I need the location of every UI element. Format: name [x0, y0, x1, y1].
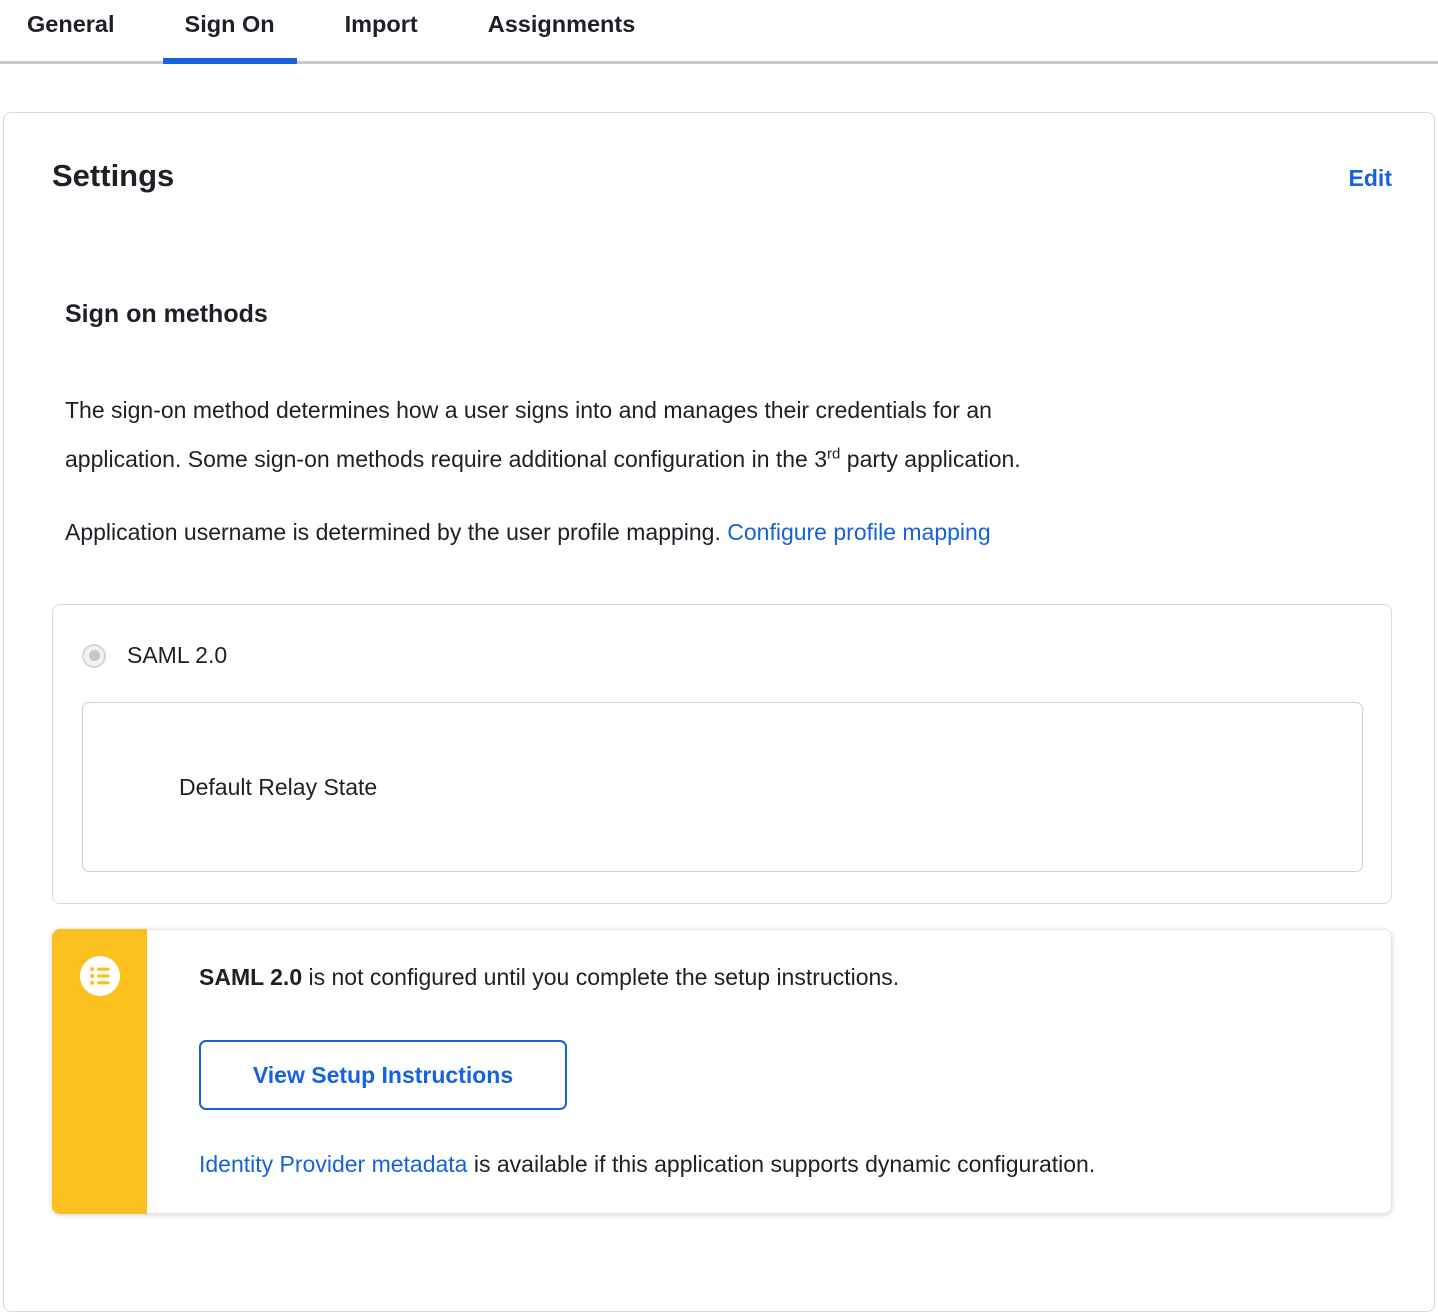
identity-provider-metadata-link[interactable]: Identity Provider metadata	[199, 1151, 467, 1177]
ordinal-superscript: rd	[827, 445, 841, 463]
saml-radio-row[interactable]: SAML 2.0	[82, 642, 1363, 669]
callout-body: SAML 2.0 is not configured until you com…	[147, 929, 1392, 1214]
tab-general[interactable]: General	[5, 0, 137, 61]
configure-profile-mapping-link[interactable]: Configure profile mapping	[727, 519, 990, 545]
saml-method-box: SAML 2.0 Default Relay State	[52, 604, 1392, 904]
edit-link[interactable]: Edit	[1349, 165, 1392, 192]
tab-assignments[interactable]: Assignments	[466, 0, 658, 61]
tab-bar: General Sign On Import Assignments	[0, 0, 1438, 64]
default-relay-state-field: Default Relay State	[82, 702, 1363, 872]
username-mapping-description: Application username is determined by th…	[65, 508, 1392, 557]
metadata-line: Identity Provider metadata is available …	[199, 1150, 1351, 1178]
saml-radio-label: SAML 2.0	[127, 642, 228, 668]
callout-message: SAML 2.0 is not configured until you com…	[199, 963, 1351, 991]
tab-assignments-label: Assignments	[487, 11, 636, 37]
saml-radio-dot	[88, 650, 100, 661]
callout-message-bold: SAML 2.0	[199, 964, 303, 990]
saml-not-configured-callout: SAML 2.0 is not configured until you com…	[52, 929, 1392, 1214]
page-title: Settings	[52, 158, 175, 193]
callout-message-text: is not configured until you complete the…	[302, 964, 900, 990]
sign-on-methods-title: Sign on methods	[65, 300, 268, 328]
username-mapping-text: Application username is determined by th…	[65, 519, 728, 545]
settings-card: Settings Edit Sign on methods The sign-o…	[3, 112, 1435, 1312]
sign-on-methods-description: The sign-on method determines how a user…	[65, 386, 1392, 484]
settings-card-header: Settings Edit	[52, 113, 1392, 194]
description-line-2-post: party application.	[840, 446, 1021, 472]
saml-radio[interactable]	[82, 643, 106, 668]
tab-sign-on-label: Sign On	[184, 11, 275, 37]
description-line-2: application. Some sign-on methods requir…	[65, 435, 1392, 484]
tab-general-label: General	[27, 11, 115, 37]
callout-warning-stripe	[52, 929, 147, 1214]
metadata-text: is available if this application support…	[467, 1151, 1096, 1177]
default-relay-state-label: Default Relay State	[179, 773, 378, 800]
tab-import-label: Import	[344, 11, 418, 37]
tab-import[interactable]: Import	[323, 0, 440, 61]
view-setup-instructions-button[interactable]: View Setup Instructions	[199, 1040, 567, 1110]
tab-sign-on[interactable]: Sign On	[162, 0, 297, 64]
description-line-1: The sign-on method determines how a user…	[65, 397, 992, 423]
list-instructions-icon	[79, 956, 120, 996]
description-line-2-pre: application. Some sign-on methods requir…	[65, 446, 828, 472]
